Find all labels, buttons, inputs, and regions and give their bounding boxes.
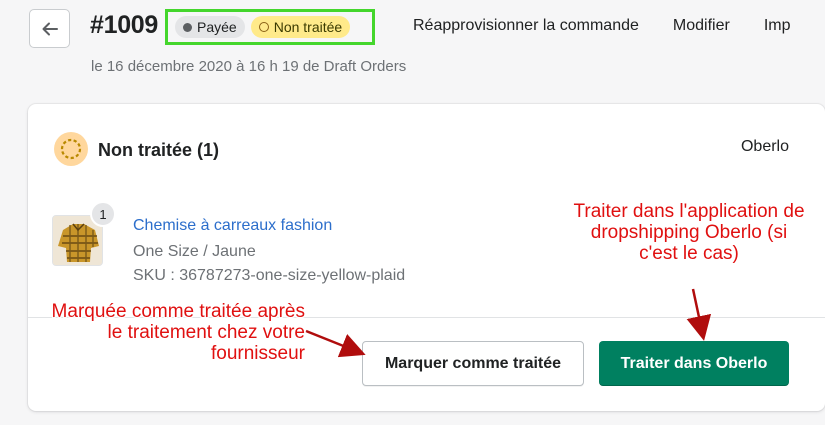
product-sku: SKU : 36787273-one-size-yellow-plaid: [133, 267, 406, 284]
fulfillment-app-name: Oberlo: [740, 138, 789, 155]
arrow-left-icon: [42, 22, 58, 35]
oberlo-annotation: Traiter dans l'application de dropshippi…: [548, 201, 825, 264]
unfulfilled-ring-icon: [54, 132, 88, 166]
payment-status-badge: Payée: [175, 16, 245, 38]
back-button[interactable]: [29, 9, 70, 48]
order-date-source: le 16 décembre 2020 à 16 h 19 de Draft O…: [91, 58, 407, 75]
edit-action[interactable]: Modifier: [673, 17, 730, 35]
manual-annotation-line-3: fournisseur: [211, 343, 305, 364]
product-link[interactable]: Chemise à carreaux fashion: [133, 217, 332, 235]
status-dot-icon: [183, 22, 192, 32]
mark-as-fulfilled-button[interactable]: Marquer comme traitée: [362, 341, 584, 386]
fulfillment-status-label: Non traitée: [273, 19, 343, 35]
payment-status-label: Payée: [197, 19, 237, 35]
header-actions: Réapprovisionner la commande Modifier Im…: [413, 17, 824, 35]
fulfillment-status-badge: Non traitée: [250, 16, 351, 38]
quantity-badge: 1: [90, 201, 116, 227]
print-action[interactable]: Imp: [764, 17, 791, 35]
oberlo-annotation-line-2: dropshipping Oberlo (si: [590, 222, 788, 243]
product-variant: One Size / Jaune: [133, 243, 256, 260]
restock-order-action[interactable]: Réapprovisionner la commande: [413, 17, 639, 35]
card-title: Non traitée (1): [98, 140, 220, 160]
manual-annotation-line-1: Marquée comme traitée après: [51, 301, 305, 322]
fulfill-in-oberlo-button[interactable]: Traiter dans Oberlo: [599, 341, 789, 386]
manual-fulfill-annotation: Marquée comme traitée après le traitemen…: [0, 301, 305, 364]
oberlo-annotation-line-3: c'est le cas): [639, 243, 739, 264]
order-number: #1009: [90, 11, 159, 39]
status-ring-icon: [258, 22, 269, 32]
manual-annotation-line-2: le traitement chez votre: [107, 322, 305, 343]
status-badges-highlight: Payée Non traitée: [165, 9, 375, 45]
oberlo-annotation-line-1: Traiter dans l'application de: [573, 201, 805, 222]
